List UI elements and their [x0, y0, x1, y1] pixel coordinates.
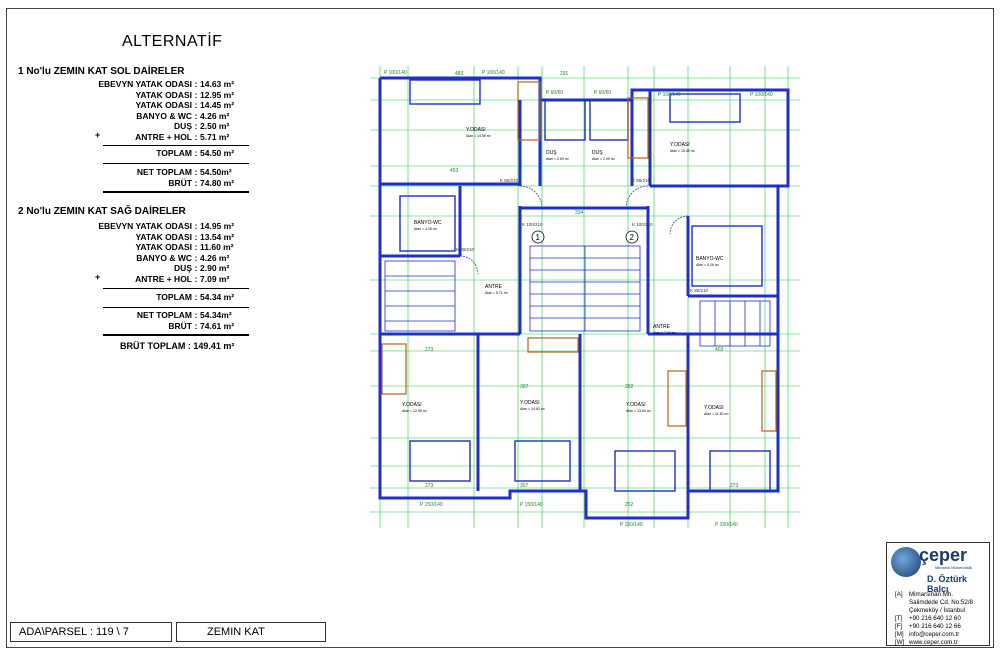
window-label: P 100/140: [384, 70, 407, 76]
dim-label: 273: [425, 347, 434, 353]
room-name: Y.ODASI: [704, 405, 724, 411]
page-title: ALTERNATİF: [122, 33, 223, 50]
unit-marker-2: 2: [630, 233, 635, 242]
window-label: P 150/140: [520, 502, 543, 508]
area-row: YATAK ODASI:14.45 m²: [135, 100, 235, 110]
area-row: YATAK ODASI:13.54 m²: [135, 231, 235, 242]
room-name: DUŞ: [546, 150, 557, 156]
divider: [103, 145, 249, 146]
room-area: Alan = 13.54 m²: [626, 409, 652, 413]
dim-label: 403: [715, 347, 724, 353]
divider: [103, 334, 249, 336]
door-label: K 100/210: [632, 222, 653, 227]
room-area: Alan = 15.45 m²: [670, 149, 696, 153]
area-row: YATAK ODASI:12.95 m²: [135, 89, 235, 100]
globe-logo-icon: [891, 547, 921, 577]
section1-heading: 1 No'lu ZEMIN KAT SOL DAİRELER: [18, 66, 185, 77]
dim-label: 291: [560, 71, 569, 77]
room-area: Alan = 2.90 m²: [592, 157, 616, 161]
room-name: BANYO-WC: [414, 220, 442, 226]
area-row: ANTRE + HOL:5.71 m²: [135, 131, 230, 142]
area-row: DUŞ:2.90 m²: [174, 263, 230, 273]
room-area: Alan = 12.95 m²: [402, 409, 428, 413]
door-label: K 80/210: [500, 178, 519, 183]
area-row: BANYO & WC:4.26 m²: [136, 110, 230, 121]
door-label: K 80/210: [632, 178, 651, 183]
room-name: ANTRE: [485, 284, 503, 290]
door-labels: K 80/210 K 80/210 K 100/210 K 100/210 K …: [456, 178, 709, 293]
brand-subtitle: Mimarlık Mühendislik: [935, 565, 973, 570]
window-label: P 60/60: [594, 90, 611, 96]
divider: [103, 307, 249, 308]
dim-label: 307: [520, 483, 529, 489]
room-name: BANYO-WC: [696, 256, 724, 262]
dim-label: 334: [575, 210, 584, 216]
window-label: P 100/140: [750, 92, 773, 98]
email-link[interactable]: info@ceper.com.tr: [909, 631, 959, 638]
room-area: Alan = 4.26 m²: [696, 263, 720, 267]
room-area: Alan = 5.71 m²: [485, 291, 509, 295]
parcel-box: ADA\PARSEL : 119 \ 7: [10, 622, 172, 642]
room-area: Alan = 2.50 m²: [546, 157, 570, 161]
area-row: YATAK ODASI:11.60 m²: [135, 242, 234, 252]
floor-box: ZEMIN KAT: [176, 622, 326, 642]
divider: [103, 191, 249, 193]
dim-label: 453: [450, 168, 459, 174]
dim-label: 273: [730, 483, 739, 489]
room-area: Alan = 4.26 m²: [414, 227, 438, 231]
area-row: BANYO & WC:4.26 m²: [136, 252, 230, 263]
room-area: Alan = 7.09 m²: [653, 331, 677, 335]
dim-label: 483: [455, 71, 464, 77]
window-label: P 150/140: [620, 522, 643, 528]
dim-label: 307: [520, 384, 529, 390]
plus-sign: +: [95, 272, 101, 282]
area-row: EBEVYN YATAK ODASI:14.63 m²: [98, 79, 235, 89]
floor-plan: 483 291 453 334 273 307 282 403 273 307 …: [370, 66, 800, 528]
plus-sign: +: [95, 130, 101, 140]
room-area: Alan = 14.95 m²: [466, 134, 492, 138]
window-label: P 100/140: [482, 70, 505, 76]
room-name: DUŞ: [592, 150, 603, 156]
unit-markers: 1 2: [531, 230, 639, 244]
window-label: P 150/140: [715, 522, 738, 528]
room-name: Y.ODASI: [402, 402, 422, 408]
section1-rows: EBEVYN YATAK ODASI:14.63 m² YATAK ODASI:…: [86, 79, 250, 142]
area-row: ANTRE + HOL:7.09 m²: [135, 273, 230, 284]
room-name: ANTRE: [653, 324, 671, 330]
company-logo-box: çeper Mimarlık Mühendislik D. Öztürk Bal…: [886, 542, 990, 646]
section2-total: TOPLAM:54.34 m²: [156, 292, 235, 302]
room-name: Y.ODASI: [670, 142, 690, 148]
section1-net: NET TOPLAM:54.50m² BRÜT:74.80 m²: [136, 167, 235, 188]
room-area: Alan = 14.63 m²: [520, 407, 546, 411]
website-link[interactable]: www.ceper.com.tr: [909, 639, 958, 646]
window-label: P 100/140: [658, 92, 681, 98]
room-name: Y.ODASI: [626, 402, 646, 408]
window-label: P 150/140: [420, 502, 443, 508]
grand-total: BRÜT TOPLAM : 149.41 m²: [120, 341, 235, 351]
room-name: Y.ODASI: [520, 400, 540, 406]
window-labels: P 100/140 P 100/140 P 60/60 P 60/60 P 10…: [384, 70, 773, 528]
dim-label: 273: [425, 483, 434, 489]
window-label: P 60/60: [546, 90, 563, 96]
section2-heading: 2 No'lu ZEMIN KAT SAĞ DAİRELER: [18, 206, 186, 217]
section2-rows: EBEVYN YATAK ODASI:14.95 m² YATAK ODASI:…: [86, 221, 250, 284]
door-label: K 80/210: [456, 247, 475, 252]
divider: [103, 163, 249, 164]
brand-name: çeper: [919, 545, 968, 565]
unit-marker-1: 1: [536, 233, 541, 242]
section2-net: NET TOPLAM:54.34m² BRÜT:74.61 m²: [136, 310, 235, 331]
dim-label: 282: [625, 384, 634, 390]
area-row: DUŞ:2.50 m²: [174, 121, 230, 131]
room-area: Alan = 11.60 m²: [704, 412, 729, 416]
room-name: Y.ODASI: [466, 127, 486, 133]
contact-info: [A] Mimarsinan Mh. Salimdede Cd. No:52/8 …: [895, 591, 973, 646]
area-row: EBEVYN YATAK ODASI:14.95 m²: [98, 221, 235, 231]
divider: [103, 288, 249, 289]
door-label: K 100/210: [522, 222, 543, 227]
dim-label: 262: [625, 502, 634, 508]
door-label: K 80/210: [690, 288, 709, 293]
section1-total: TOPLAM:54.50 m²: [156, 148, 235, 158]
